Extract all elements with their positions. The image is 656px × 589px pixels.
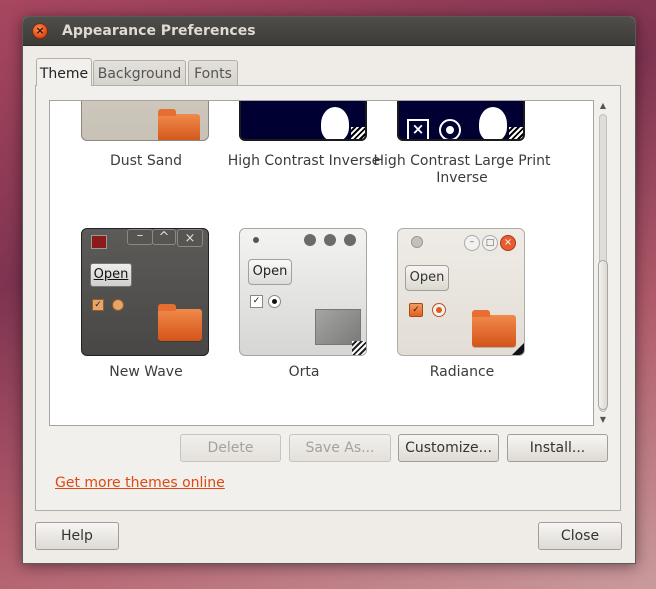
theme-label: Orta — [288, 364, 320, 380]
help-button[interactable]: Help — [35, 522, 119, 550]
image-icon — [315, 309, 361, 345]
folder-icon — [158, 304, 202, 341]
close-icon: × — [500, 235, 516, 251]
hand-cursor-icon — [321, 107, 349, 139]
close-icon — [91, 235, 107, 249]
radio-icon — [439, 119, 461, 139]
tab-background[interactable]: Background — [93, 60, 186, 86]
maximize-icon: ^ — [152, 229, 176, 245]
preview-open-button: Open — [90, 263, 132, 287]
hand-cursor-icon — [479, 107, 507, 139]
radio-selected-icon — [268, 295, 281, 308]
maximize-icon: □ — [482, 235, 498, 251]
theme-panel: Dust Sand High Contrast Inverse × High C… — [35, 85, 621, 511]
customize-button[interactable]: Customize... — [398, 434, 499, 462]
radio-selected-icon — [112, 299, 124, 311]
scroll-down-icon[interactable]: ▼ — [599, 416, 607, 424]
checkbox-checked-icon: ✓ — [409, 303, 423, 317]
close-icon — [344, 234, 356, 246]
preview-open-button: Open — [248, 259, 292, 285]
minimize-icon: – — [127, 229, 153, 245]
theme-preview-dust-sand — [81, 101, 209, 141]
theme-list-scrollbar[interactable]: ▲ ▼ — [596, 100, 610, 426]
theme-preview-orta: Open ✓ — [239, 228, 367, 356]
appearance-preferences-window: × Appearance Preferences Theme Backgroun… — [22, 16, 636, 564]
delete-button[interactable]: Delete — [180, 434, 281, 462]
install-button[interactable]: Install... — [507, 434, 608, 462]
window-dot-icon — [253, 237, 259, 243]
get-more-themes-link[interactable]: Get more themes online — [55, 475, 225, 491]
minimize-icon: – — [464, 235, 480, 251]
theme-label: New Wave — [109, 364, 183, 380]
theme-preview-radiance: – □ × Open ✓ — [397, 228, 525, 356]
theme-preview-high-contrast-large-print-inverse: × — [397, 101, 525, 141]
resize-grip-icon — [509, 127, 523, 139]
theme-preview-high-contrast-inverse — [239, 101, 367, 141]
scroll-thumb[interactable] — [598, 260, 608, 410]
window-close-button[interactable]: × — [32, 23, 48, 39]
preview-open-button: Open — [405, 265, 449, 291]
window-title: Appearance Preferences — [62, 23, 256, 39]
theme-label: High Contrast Inverse — [227, 153, 381, 169]
checkbox-checked-icon: ✓ — [250, 295, 263, 308]
theme-preview-new-wave: – ^ × Open ✓ — [81, 228, 209, 356]
tab-fonts[interactable]: Fonts — [188, 60, 238, 86]
resize-grip-icon — [352, 341, 366, 355]
tab-theme[interactable]: Theme — [36, 58, 92, 86]
checkbox-checked-icon: ✓ — [92, 299, 104, 311]
close-icon: × — [177, 229, 203, 247]
window-dot-icon — [411, 236, 423, 248]
save-as-button[interactable]: Save As... — [289, 434, 391, 462]
theme-label: Radiance — [429, 364, 495, 380]
radio-selected-icon — [432, 303, 446, 317]
resize-grip-icon — [351, 127, 365, 139]
folder-icon — [158, 109, 200, 140]
maximize-icon — [324, 234, 336, 246]
close-button[interactable]: Close — [538, 522, 622, 550]
scroll-up-icon[interactable]: ▲ — [599, 102, 607, 110]
resize-grip-icon — [512, 343, 524, 355]
checkbox-x-icon: × — [407, 119, 429, 139]
titlebar: × Appearance Preferences — [23, 17, 635, 46]
theme-list: Dust Sand High Contrast Inverse × High C… — [49, 100, 594, 426]
theme-label: Dust Sand — [109, 153, 183, 169]
minimize-icon — [304, 234, 316, 246]
close-icon: × — [35, 24, 45, 37]
theme-label: High Contrast Large Print Inverse — [373, 153, 551, 186]
folder-icon — [472, 310, 516, 347]
